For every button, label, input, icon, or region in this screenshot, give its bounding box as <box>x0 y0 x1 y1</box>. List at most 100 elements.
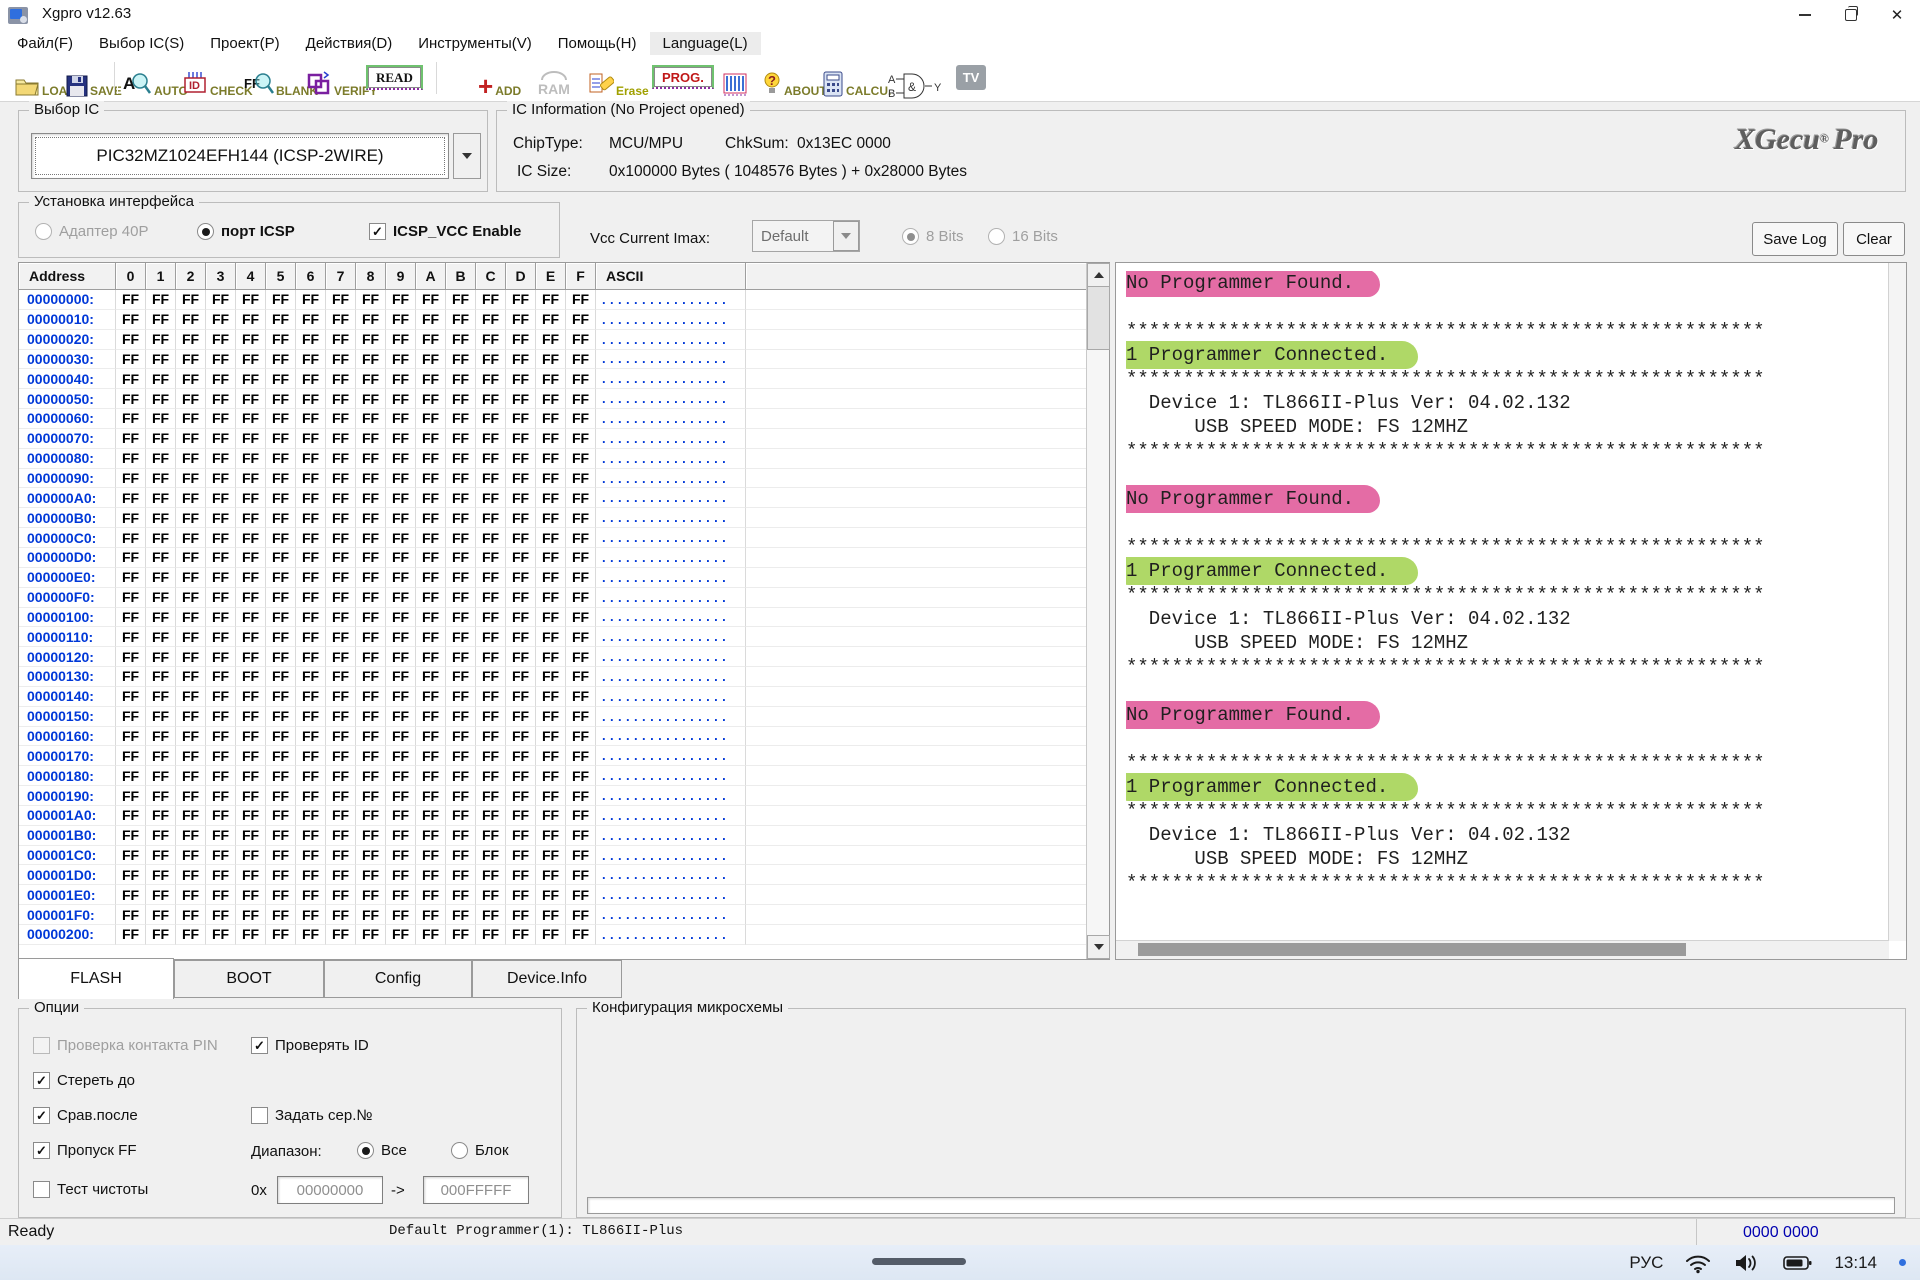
hex-byte-cell[interactable]: FF <box>296 667 326 687</box>
scroll-up-button[interactable] <box>1087 263 1110 287</box>
hex-byte-cell[interactable]: FF <box>236 330 266 350</box>
hex-byte-cell[interactable]: FF <box>236 746 266 766</box>
hex-byte-cell[interactable]: FF <box>146 727 176 747</box>
hex-byte-cell[interactable]: FF <box>476 290 506 310</box>
hex-byte-cell[interactable]: FF <box>356 469 386 489</box>
hex-byte-cell[interactable]: FF <box>416 707 446 727</box>
hex-byte-cell[interactable]: FF <box>116 568 146 588</box>
hex-byte-cell[interactable]: FF <box>386 885 416 905</box>
hex-byte-cell[interactable]: FF <box>356 885 386 905</box>
hex-byte-cell[interactable]: FF <box>506 290 536 310</box>
hex-byte-cell[interactable]: FF <box>506 350 536 370</box>
hex-byte-cell[interactable]: FF <box>146 806 176 826</box>
hex-byte-cell[interactable]: FF <box>566 449 596 469</box>
hex-byte-cell[interactable]: FF <box>446 350 476 370</box>
hex-byte-cell[interactable]: FF <box>176 488 206 508</box>
hex-byte-cell[interactable]: FF <box>506 588 536 608</box>
verify-after-checkbox[interactable]: Срав.после <box>33 1107 138 1124</box>
hex-byte-cell[interactable]: FF <box>236 350 266 370</box>
hex-byte-cell[interactable]: FF <box>476 846 506 866</box>
hex-byte-cell[interactable]: FF <box>386 449 416 469</box>
hex-byte-cell[interactable]: FF <box>566 429 596 449</box>
hex-byte-cell[interactable]: FF <box>536 727 566 747</box>
hex-byte-cell[interactable]: FF <box>116 449 146 469</box>
hex-byte-cell[interactable]: FF <box>176 667 206 687</box>
hex-byte-cell[interactable]: FF <box>236 727 266 747</box>
hex-byte-cell[interactable]: FF <box>386 369 416 389</box>
hex-byte-cell[interactable]: FF <box>116 429 146 449</box>
hex-byte-cell[interactable]: FF <box>236 588 266 608</box>
hex-byte-cell[interactable]: FF <box>326 885 356 905</box>
hex-byte-cell[interactable]: FF <box>386 389 416 409</box>
hex-ascii-cell[interactable]: ................ <box>596 608 746 628</box>
hex-ascii-cell[interactable]: ................ <box>596 865 746 885</box>
hex-ascii-cell[interactable]: ................ <box>596 449 746 469</box>
hex-byte-cell[interactable]: FF <box>386 925 416 945</box>
hex-ascii-cell[interactable]: ................ <box>596 647 746 667</box>
logic-gate-button[interactable]: A B & Y <box>888 63 944 101</box>
hex-byte-cell[interactable]: FF <box>176 290 206 310</box>
hex-ascii-cell[interactable]: ................ <box>596 727 746 747</box>
hex-byte-cell[interactable]: FF <box>326 608 356 628</box>
hex-byte-cell[interactable]: FF <box>236 806 266 826</box>
hex-byte-cell[interactable]: FF <box>266 667 296 687</box>
hex-byte-cell[interactable]: FF <box>116 667 146 687</box>
hex-byte-cell[interactable]: FF <box>566 588 596 608</box>
hex-byte-cell[interactable]: FF <box>176 588 206 608</box>
hex-byte-cell[interactable]: FF <box>566 310 596 330</box>
hex-ascii-cell[interactable]: ................ <box>596 627 746 647</box>
hex-byte-cell[interactable]: FF <box>236 409 266 429</box>
hex-byte-cell[interactable]: FF <box>506 528 536 548</box>
ic-socket-button[interactable] <box>722 60 748 98</box>
taskbar-app-indicator[interactable] <box>872 1258 966 1265</box>
range-to-input[interactable] <box>423 1176 529 1204</box>
hex-byte-cell[interactable]: FF <box>116 369 146 389</box>
hex-ascii-cell[interactable]: ................ <box>596 707 746 727</box>
hex-byte-cell[interactable]: FF <box>296 865 326 885</box>
hex-byte-cell[interactable]: FF <box>536 429 566 449</box>
hex-byte-cell[interactable]: FF <box>566 727 596 747</box>
hex-byte-cell[interactable]: FF <box>356 647 386 667</box>
hex-byte-cell[interactable]: FF <box>416 528 446 548</box>
hex-byte-cell[interactable]: FF <box>476 588 506 608</box>
hex-byte-cell[interactable]: FF <box>176 687 206 707</box>
hex-byte-cell[interactable]: FF <box>116 310 146 330</box>
hex-byte-cell[interactable]: FF <box>176 369 206 389</box>
hex-byte-cell[interactable]: FF <box>206 865 236 885</box>
hex-byte-cell[interactable]: FF <box>146 746 176 766</box>
hex-byte-cell[interactable]: FF <box>326 647 356 667</box>
hex-byte-cell[interactable]: FF <box>146 469 176 489</box>
hex-byte-cell[interactable]: FF <box>416 588 446 608</box>
hex-byte-cell[interactable]: FF <box>386 568 416 588</box>
hex-byte-cell[interactable]: FF <box>206 925 236 945</box>
hex-byte-cell[interactable]: FF <box>296 746 326 766</box>
tab-flash[interactable]: FLASH <box>18 958 174 999</box>
hex-byte-cell[interactable]: FF <box>176 330 206 350</box>
auto-button[interactable]: A AUTO <box>122 60 188 98</box>
hex-byte-cell[interactable]: FF <box>206 528 236 548</box>
hex-byte-cell[interactable]: FF <box>296 389 326 409</box>
hex-byte-cell[interactable]: FF <box>326 389 356 409</box>
hex-byte-cell[interactable]: FF <box>386 687 416 707</box>
hex-byte-cell[interactable]: FF <box>446 608 476 628</box>
hex-byte-cell[interactable]: FF <box>146 826 176 846</box>
add-button[interactable]: + ADD <box>478 60 521 98</box>
hex-byte-cell[interactable]: FF <box>506 508 536 528</box>
hex-byte-cell[interactable]: FF <box>116 389 146 409</box>
hex-byte-cell[interactable]: FF <box>266 687 296 707</box>
hex-byte-cell[interactable]: FF <box>506 568 536 588</box>
hex-ascii-cell[interactable]: ................ <box>596 488 746 508</box>
hex-ascii-cell[interactable]: ................ <box>596 806 746 826</box>
hex-byte-cell[interactable]: FF <box>326 687 356 707</box>
hex-byte-cell[interactable]: FF <box>476 608 506 628</box>
hex-byte-cell[interactable]: FF <box>476 687 506 707</box>
hex-byte-cell[interactable]: FF <box>446 667 476 687</box>
hex-byte-cell[interactable]: FF <box>176 429 206 449</box>
hex-byte-cell[interactable]: FF <box>416 846 446 866</box>
hex-byte-cell[interactable]: FF <box>416 905 446 925</box>
hex-byte-cell[interactable]: FF <box>176 409 206 429</box>
hex-byte-cell[interactable]: FF <box>176 746 206 766</box>
hex-byte-cell[interactable]: FF <box>506 865 536 885</box>
hex-byte-cell[interactable]: FF <box>566 469 596 489</box>
hex-byte-cell[interactable]: FF <box>356 488 386 508</box>
